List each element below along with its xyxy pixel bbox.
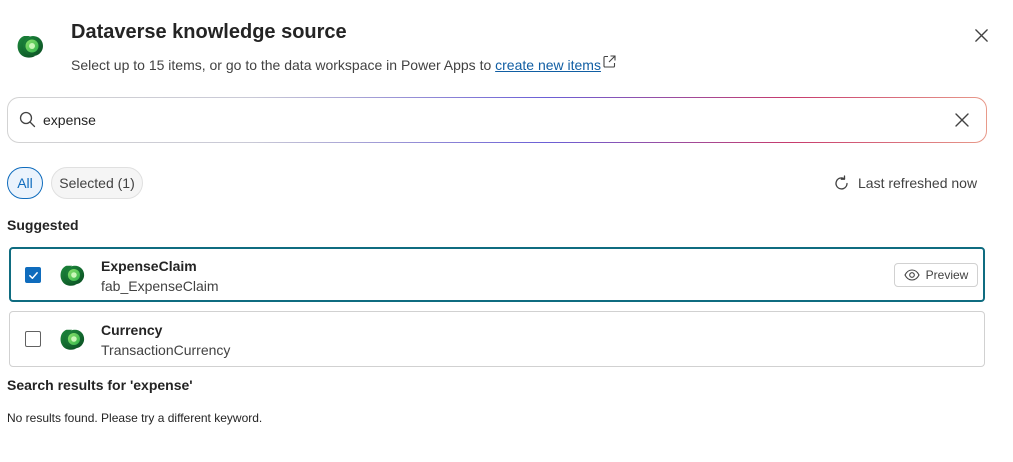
checkmark-icon <box>28 271 38 279</box>
refresh-button[interactable]: Last refreshed now <box>833 173 977 193</box>
filter-selected-tab[interactable]: Selected (1) <box>51 167 143 199</box>
create-new-items-link[interactable]: create new items <box>495 57 601 73</box>
row-logical-name: fab_ExpenseClaim <box>101 278 219 294</box>
dialog-title: Dataverse knowledge source <box>71 21 347 43</box>
row-checkbox[interactable] <box>25 331 41 347</box>
close-button[interactable] <box>970 24 992 46</box>
search-box <box>7 97 987 143</box>
filter-all-tab[interactable]: All <box>7 167 43 199</box>
subtitle-text: Select up to 15 items, or go to the data… <box>71 57 496 73</box>
preview-label: Preview <box>925 268 969 282</box>
search-results-heading: Search results for 'expense' <box>7 377 193 393</box>
search-input[interactable] <box>41 106 941 134</box>
close-icon <box>974 28 988 42</box>
refresh-label: Last refreshed now <box>858 175 978 191</box>
preview-button[interactable]: Preview <box>894 263 978 287</box>
row-name: ExpenseClaim <box>101 258 197 274</box>
clear-search-icon[interactable] <box>954 112 970 128</box>
no-results-message: No results found. Please try a different… <box>7 411 263 425</box>
dataverse-table-icon <box>60 265 85 286</box>
dataverse-table-icon <box>60 329 85 350</box>
external-link-icon <box>603 55 616 68</box>
row-name: Currency <box>101 322 163 338</box>
dataverse-knowledge-source-dialog: Dataverse knowledge source Select up to … <box>0 0 1013 462</box>
table-row-currency[interactable]: Currency TransactionCurrency <box>9 311 985 367</box>
refresh-icon <box>835 174 848 189</box>
table-row-expenseclaim[interactable]: ExpenseClaim fab_ExpenseClaim Preview <box>9 247 985 302</box>
dataverse-logo-icon <box>17 36 43 58</box>
search-icon <box>19 111 36 128</box>
eye-icon <box>904 269 920 281</box>
row-checkbox[interactable] <box>25 267 41 283</box>
suggested-heading: Suggested <box>7 217 79 233</box>
dialog-subtitle: Select up to 15 items, or go to the data… <box>71 55 616 73</box>
row-logical-name: TransactionCurrency <box>101 342 231 358</box>
